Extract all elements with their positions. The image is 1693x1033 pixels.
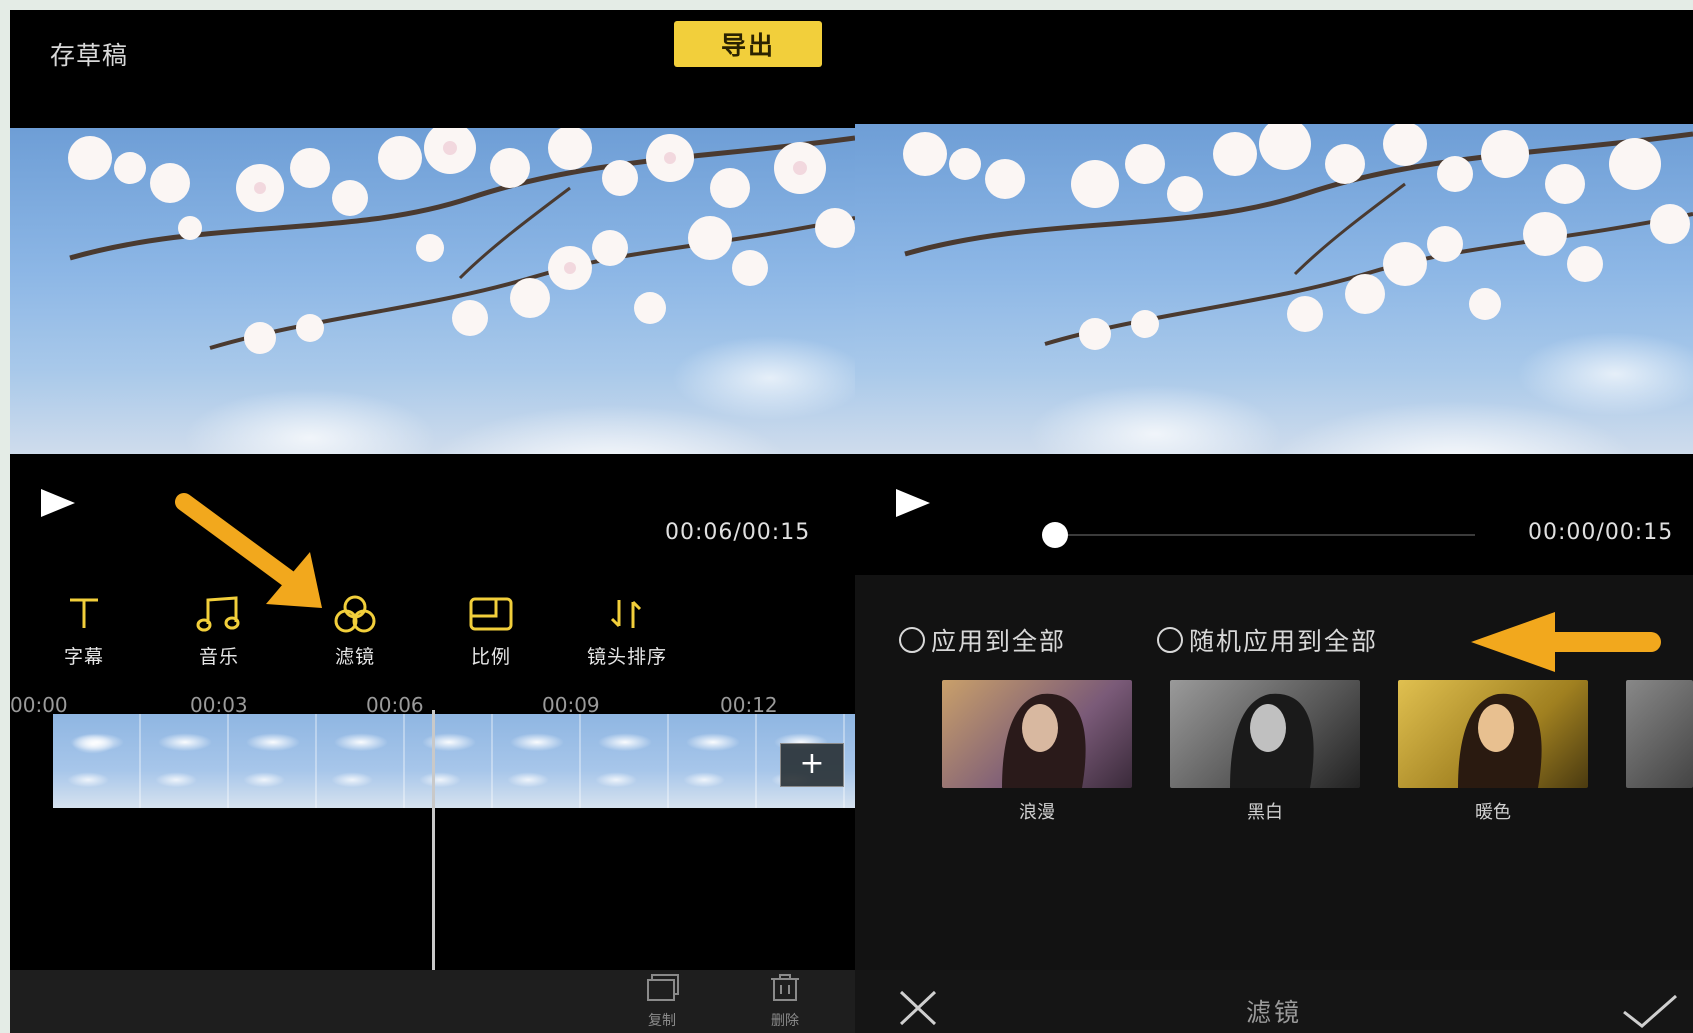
radio-icon bbox=[1157, 627, 1183, 653]
clip-frame bbox=[581, 714, 669, 808]
clip-frame bbox=[317, 714, 405, 808]
trash-icon bbox=[771, 974, 799, 1001]
copy-button[interactable]: 复制 bbox=[632, 972, 692, 1030]
clip-frame bbox=[405, 714, 493, 808]
clip-frame bbox=[493, 714, 581, 808]
play-icon[interactable] bbox=[896, 489, 930, 517]
playback-time: 00:00/00:15 bbox=[1528, 520, 1674, 545]
progress-track[interactable] bbox=[1055, 534, 1475, 536]
filter-label: 黑白 bbox=[1247, 802, 1283, 823]
filter-label: 浪漫 bbox=[1019, 802, 1055, 823]
tool-subtitle[interactable]: 字幕 bbox=[24, 594, 144, 669]
video-preview bbox=[10, 128, 855, 454]
blossom-branch-image bbox=[68, 128, 855, 354]
tool-label: 镜头排序 bbox=[586, 646, 667, 668]
apply-all-label: 应用到全部 bbox=[931, 627, 1067, 656]
clip-frame bbox=[669, 714, 757, 808]
filter-thumb-warm[interactable] bbox=[1398, 680, 1588, 788]
random-apply-all-option[interactable]: 随机应用到全部 bbox=[1157, 622, 1378, 658]
progress-knob[interactable] bbox=[1042, 522, 1068, 548]
copy-label: 复制 bbox=[648, 1013, 676, 1029]
clip-frame bbox=[53, 714, 141, 808]
tool-ratio[interactable]: 比例 bbox=[431, 594, 551, 669]
filter-thumb-partial[interactable] bbox=[1626, 680, 1693, 788]
timeline-playhead[interactable] bbox=[432, 710, 435, 970]
editor-panel: 存草稿 导出 00:06/00:15 字幕 音乐 滤镜 比例 镜头排序 00:0… bbox=[10, 10, 855, 1033]
annotation-arrow-icon bbox=[175, 493, 322, 608]
filter-panel: 00:00/00:15 应用到全部 随机应用到全部 浪漫 黑白 暖色 滤镜 bbox=[855, 10, 1693, 1033]
save-draft-button[interactable]: 存草稿 bbox=[50, 36, 128, 72]
random-apply-all-label: 随机应用到全部 bbox=[1189, 627, 1379, 656]
filter-thumb-romantic[interactable] bbox=[942, 680, 1132, 788]
clip-frame bbox=[141, 714, 229, 808]
tool-label: 字幕 bbox=[63, 646, 104, 668]
playback-time: 00:06/00:15 bbox=[665, 520, 811, 545]
sort-arrows-icon bbox=[610, 600, 642, 628]
play-icon[interactable] bbox=[41, 489, 75, 517]
apply-all-option[interactable]: 应用到全部 bbox=[899, 622, 1066, 658]
delete-label: 删除 bbox=[771, 1013, 799, 1029]
tool-label: 滤镜 bbox=[334, 646, 375, 668]
add-clip-button[interactable]: + bbox=[780, 743, 844, 787]
screenshot-frame: 存草稿 导出 00:06/00:15 字幕 音乐 滤镜 比例 镜头排序 00:0… bbox=[10, 10, 1693, 1033]
filter-label: 暖色 bbox=[1475, 802, 1511, 823]
check-icon[interactable] bbox=[1620, 990, 1680, 1030]
bottom-action-bar bbox=[10, 970, 855, 1033]
export-button[interactable]: 导出 bbox=[674, 21, 822, 67]
portrait-image bbox=[1458, 693, 1542, 788]
filter-title: 滤镜 bbox=[1245, 998, 1302, 1027]
tool-label: 音乐 bbox=[198, 646, 239, 668]
blossom-branch-image bbox=[903, 124, 1693, 350]
filter-thumb-bw[interactable] bbox=[1170, 680, 1360, 788]
radio-icon bbox=[899, 627, 925, 653]
aspect-ratio-icon bbox=[469, 597, 513, 631]
clip-frame bbox=[229, 714, 317, 808]
tool-label: 比例 bbox=[470, 646, 511, 668]
video-preview bbox=[855, 124, 1693, 454]
portrait-image bbox=[1002, 693, 1086, 788]
portrait-image bbox=[1230, 693, 1314, 788]
delete-button[interactable]: 删除 bbox=[755, 972, 815, 1030]
timeline-clip-strip[interactable] bbox=[53, 714, 855, 808]
text-icon bbox=[70, 598, 98, 628]
copy-icon bbox=[647, 974, 679, 1001]
tool-shot-order[interactable]: 镜头排序 bbox=[567, 594, 687, 669]
annotation-arrow-icon bbox=[1471, 612, 1661, 672]
